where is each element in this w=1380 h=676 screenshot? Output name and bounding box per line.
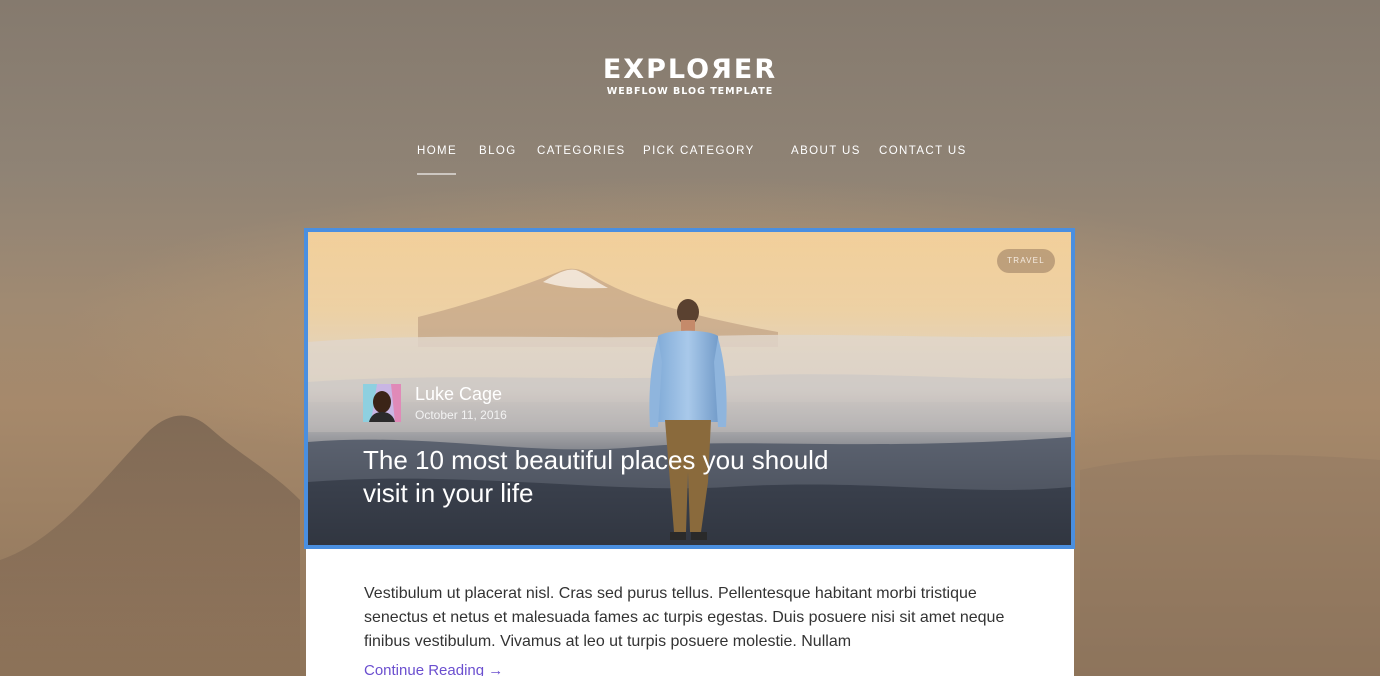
nav-about-us[interactable]: ABOUT US: [791, 145, 861, 157]
site-logo[interactable]: EXPLOЯER WEBFLOW BLOG TEMPLATE: [0, 56, 1380, 99]
category-badge[interactable]: TRAVEL: [997, 249, 1055, 273]
continue-reading-link[interactable]: Continue Reading →: [364, 662, 503, 676]
nav-home[interactable]: HOME: [417, 145, 457, 157]
post-title[interactable]: The 10 most beautiful places you should …: [363, 444, 833, 510]
nav-contact-us[interactable]: CONTACT US: [879, 145, 967, 157]
featured-post-body: Vestibulum ut placerat nisl. Cras sed pu…: [306, 549, 1074, 676]
nav-active-indicator: [417, 173, 456, 175]
author-name[interactable]: Luke Cage: [415, 384, 502, 405]
nav-blog[interactable]: BLOG: [479, 145, 517, 157]
featured-post-hero[interactable]: TRAVEL Luke Cage October 11, 2016 The 10…: [304, 228, 1075, 549]
post-date: October 11, 2016: [415, 408, 507, 422]
main-navigation: HOME BLOG CATEGORIES PICK CATEGORY ABOUT…: [0, 145, 1380, 175]
nav-pick-category-dropdown[interactable]: PICK CATEGORY: [643, 145, 755, 157]
logo-tagline: WEBFLOW BLOG TEMPLATE: [606, 86, 774, 97]
author-avatar[interactable]: [363, 384, 401, 422]
logo-wordmark: EXPLOЯER: [602, 54, 778, 85]
post-excerpt: Vestibulum ut placerat nisl. Cras sed pu…: [364, 585, 1005, 650]
page: EXPLOЯER WEBFLOW BLOG TEMPLATE HOME BLOG…: [0, 0, 1380, 676]
nav-categories[interactable]: CATEGORIES: [537, 145, 626, 157]
